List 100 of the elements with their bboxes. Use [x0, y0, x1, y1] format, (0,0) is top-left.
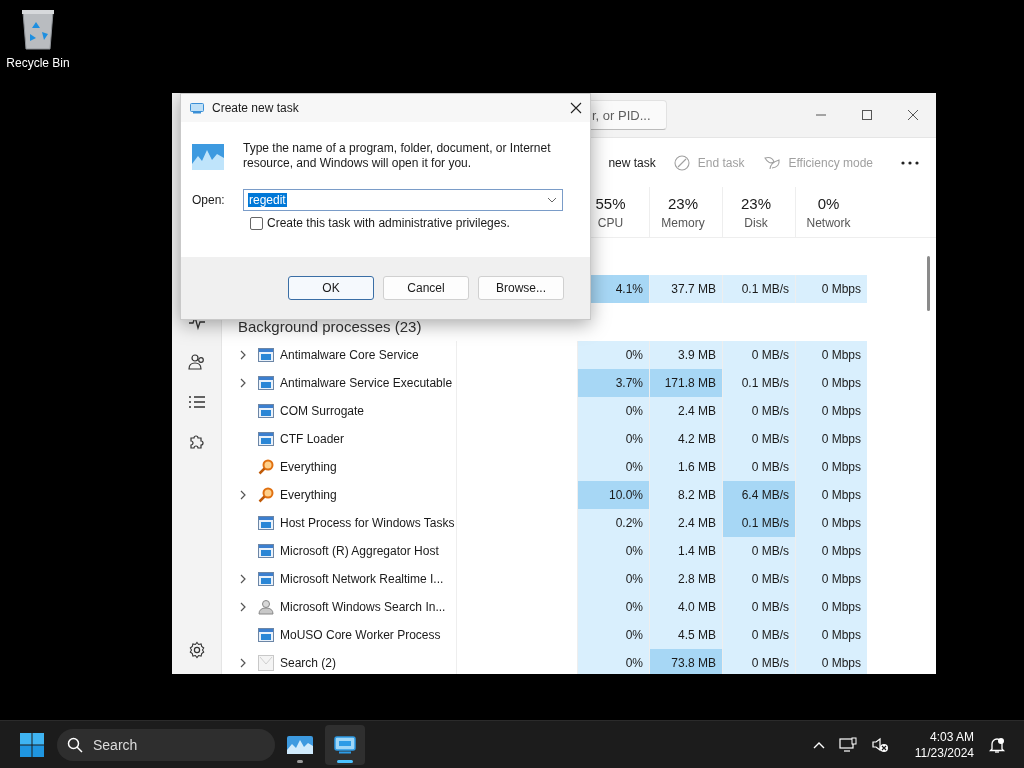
table-cell: 0 MB/s [722, 593, 795, 621]
window-icon [258, 432, 274, 446]
network-icon[interactable] [838, 736, 857, 753]
checkbox-label[interactable]: Create this task with administrative privileges. [267, 216, 510, 230]
close-icon [908, 110, 918, 120]
graph-icon [192, 144, 224, 170]
bell-icon[interactable] [988, 735, 1006, 754]
users-icon[interactable] [187, 353, 206, 371]
maximize-icon [862, 110, 872, 120]
toolbar-button[interactable]: new task [608, 155, 656, 170]
table-cell: 0 Mbps [795, 275, 867, 303]
process-name: Antimalware Core Service [280, 348, 419, 362]
window-icon [258, 404, 274, 418]
table-cell: 6.4 MB/s [722, 481, 795, 509]
column-percent: 23% [741, 194, 771, 212]
table-cell: 0% [577, 649, 649, 674]
table-cell: 3.7% [577, 369, 649, 397]
table-cell: 0 Mbps [795, 565, 867, 593]
table-cell: 0% [577, 593, 649, 621]
table-cell: 0 Mbps [795, 397, 867, 425]
group-heading: Background processes (23) [238, 317, 422, 335]
process-name: Everything [280, 460, 337, 474]
table-cell: 0 MB/s [722, 649, 795, 674]
process-name: COM Surrogate [280, 404, 365, 418]
puzzle-icon[interactable] [187, 433, 206, 451]
table-cell: 0% [577, 397, 649, 425]
dialog-title: Create new task [212, 101, 299, 115]
chevron-icon[interactable] [240, 602, 246, 612]
dialog-button[interactable]: Browse... [478, 276, 564, 300]
search-field[interactable]: Search [57, 728, 275, 761]
table-cell: 0 Mbps [795, 453, 867, 481]
run-icon [190, 102, 204, 114]
table-cell: 37.7 MB [649, 275, 722, 303]
prohibited-icon [673, 154, 690, 171]
clock-time[interactable]: 4:03 AM [929, 728, 974, 745]
process-name: Antimalware Service Executable [280, 376, 453, 390]
table-cell: 4.0 MB [649, 593, 722, 621]
table-cell: 0 MB/s [722, 565, 795, 593]
table-cell: 0 MB/s [722, 453, 795, 481]
process-name: Everything [280, 488, 337, 502]
table-cell: 73.8 MB [649, 649, 722, 674]
table-cell: 0 Mbps [795, 593, 867, 621]
desktop-icon-label[interactable]: Recycle Bin [6, 56, 70, 70]
settings-icon[interactable] [187, 641, 206, 659]
table-cell: 0 MB/s [722, 537, 795, 565]
dialog-button[interactable]: Cancel [383, 276, 469, 300]
search-icon [67, 736, 83, 753]
chevron-icon[interactable] [240, 378, 246, 388]
checkbox[interactable] [250, 216, 263, 230]
table-cell: 0% [577, 565, 649, 593]
window-icon [258, 348, 274, 362]
recycle-bin-icon[interactable] [20, 8, 56, 50]
process-name: CTF Loader [280, 432, 345, 446]
column-label[interactable]: Network [806, 215, 851, 230]
column-percent: 0% [817, 194, 840, 212]
window-icon [258, 572, 274, 586]
chevron-up-icon[interactable] [812, 740, 825, 749]
process-name: Microsoft Windows Search In... [280, 600, 446, 614]
table-cell: 0 MB/s [722, 341, 795, 369]
table-cell: 171.8 MB [649, 369, 722, 397]
table-cell: 0 MB/s [722, 621, 795, 649]
table-cell: 10.0% [577, 481, 649, 509]
table-cell: 2.8 MB [649, 565, 722, 593]
open-combobox[interactable]: regedit [243, 189, 563, 211]
process-name: Microsoft (R) Aggregator Host [280, 544, 439, 558]
column-percent: 23% [668, 194, 698, 212]
instruction-text: Type the name of a program, folder, document, or Internet resource, and Windows will open it for you. [243, 141, 552, 171]
table-cell: 2.4 MB [649, 397, 722, 425]
window-icon [258, 376, 274, 390]
start-icon[interactable] [20, 732, 44, 757]
list-icon[interactable] [187, 395, 206, 409]
chevron-icon[interactable] [240, 350, 246, 360]
monitor-icon [334, 735, 356, 754]
chevron-icon[interactable] [240, 658, 246, 668]
column-label[interactable]: Memory [661, 215, 705, 230]
chevron-icon[interactable] [240, 490, 246, 500]
column-label[interactable]: Disk [744, 215, 768, 230]
dialog-button[interactable]: OK [288, 276, 374, 300]
scrollbar-thumb[interactable] [927, 256, 930, 311]
table-cell: 3.9 MB [649, 341, 722, 369]
table-cell: 0 Mbps [795, 537, 867, 565]
chevron-down-icon[interactable] [547, 197, 557, 203]
process-name: MoUSO Core Worker Process [280, 628, 441, 642]
table-cell: 0.1 MB/s [722, 275, 795, 303]
table-cell: 0 Mbps [795, 509, 867, 537]
table-cell: 0% [577, 425, 649, 453]
taskbar-app-button[interactable] [325, 724, 365, 765]
table-cell: 0.1 MB/s [722, 369, 795, 397]
more-icon[interactable] [901, 160, 919, 165]
muted-speaker-icon[interactable] [870, 736, 889, 753]
clock-date[interactable]: 11/23/2024 [914, 744, 974, 761]
window-icon [258, 628, 274, 642]
table-cell: 0 Mbps [795, 649, 867, 674]
table-cell: 0 Mbps [795, 369, 867, 397]
table-cell: 0% [577, 453, 649, 481]
column-label[interactable]: CPU [597, 215, 624, 230]
leaf-icon [762, 154, 781, 171]
chevron-icon[interactable] [240, 574, 246, 584]
open-label: Open: [192, 193, 226, 207]
close-icon[interactable] [570, 102, 582, 114]
